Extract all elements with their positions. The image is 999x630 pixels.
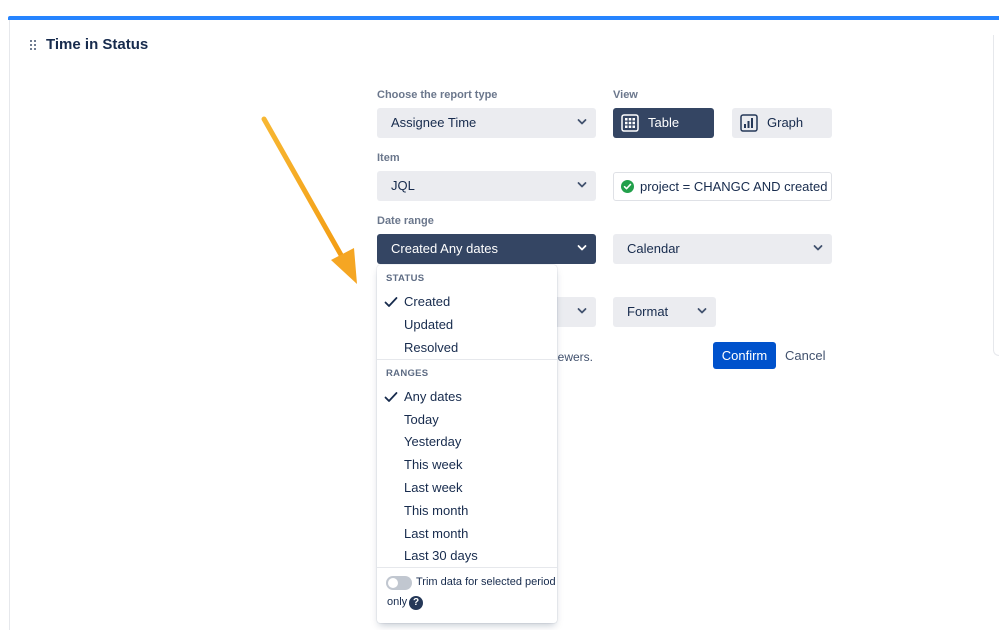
trim-data-label: Trim data for selected period	[416, 576, 556, 588]
drag-handle-icon[interactable]	[30, 40, 38, 52]
toggle-knob	[388, 578, 398, 588]
calendar-select[interactable]: Calendar	[613, 234, 832, 264]
jql-input[interactable]: project = CHANGC AND created >=	[613, 172, 832, 201]
chevron-down-icon	[577, 182, 587, 188]
status-option-created[interactable]: Created	[404, 294, 450, 309]
view-graph-button[interactable]: Graph	[732, 108, 832, 138]
panel-title: Time in Status	[46, 36, 149, 53]
chevron-down-icon	[697, 308, 707, 314]
trim-data-toggle[interactable]	[386, 576, 412, 590]
format-value: Format	[627, 304, 669, 319]
chevron-down-icon	[577, 245, 587, 251]
report-type-label: Choose the report type	[377, 89, 498, 101]
range-option-last-month[interactable]: Last month	[404, 526, 468, 541]
jql-query-text: project = CHANGC AND created >=	[640, 179, 832, 194]
item-value: JQL	[391, 178, 415, 193]
date-range-dropdown: STATUS Created Updated Resolved RANGES A…	[377, 265, 557, 623]
date-range-value: Created Any dates	[391, 241, 498, 256]
annotation-arrow-icon	[261, 116, 357, 284]
status-section-header: STATUS	[386, 273, 425, 284]
cancel-button[interactable]: Cancel	[785, 348, 825, 363]
status-option-resolved[interactable]: Resolved	[404, 340, 458, 355]
dropdown-divider	[377, 567, 557, 568]
format-select[interactable]: Format	[613, 297, 716, 327]
range-option-yesterday[interactable]: Yesterday	[404, 434, 461, 449]
view-table-button[interactable]: Table	[613, 108, 714, 138]
item-label: Item	[377, 152, 400, 164]
bar-chart-icon	[740, 114, 758, 132]
range-option-last-week[interactable]: Last week	[404, 480, 463, 495]
status-option-updated[interactable]: Updated	[404, 317, 453, 332]
trim-data-label-continued: only	[387, 596, 408, 608]
range-option-this-month[interactable]: This month	[404, 503, 468, 518]
calendar-value: Calendar	[627, 241, 680, 256]
table-grid-icon	[621, 114, 639, 132]
item-select[interactable]: JQL	[377, 171, 596, 201]
checkmark-icon	[384, 392, 398, 402]
view-label: View	[613, 89, 638, 101]
view-table-label: Table	[648, 115, 680, 130]
range-option-this-week[interactable]: This week	[404, 457, 463, 472]
date-range-select[interactable]: Created Any dates	[377, 234, 596, 264]
date-range-label: Date range	[377, 215, 434, 227]
view-graph-label: Graph	[767, 115, 804, 130]
range-option-today[interactable]: Today	[404, 412, 439, 427]
report-type-value: Assignee Time	[391, 115, 477, 130]
chevron-down-icon	[577, 308, 587, 314]
range-option-any-dates[interactable]: Any dates	[404, 389, 462, 404]
chevron-down-icon	[577, 119, 587, 125]
range-option-last-30-days[interactable]: Last 30 days	[404, 548, 478, 563]
chevron-down-icon	[813, 245, 823, 251]
check-circle-icon	[621, 180, 634, 193]
dropdown-divider	[377, 359, 557, 360]
help-icon[interactable]: ?	[409, 596, 423, 610]
adjacent-panel-edge	[993, 35, 999, 356]
report-type-select[interactable]: Assignee Time	[377, 108, 596, 138]
partially-hidden-text: iewers.	[555, 350, 594, 364]
ranges-section-header: RANGES	[386, 368, 429, 379]
checkmark-icon	[384, 297, 398, 307]
confirm-button[interactable]: Confirm	[713, 342, 776, 369]
